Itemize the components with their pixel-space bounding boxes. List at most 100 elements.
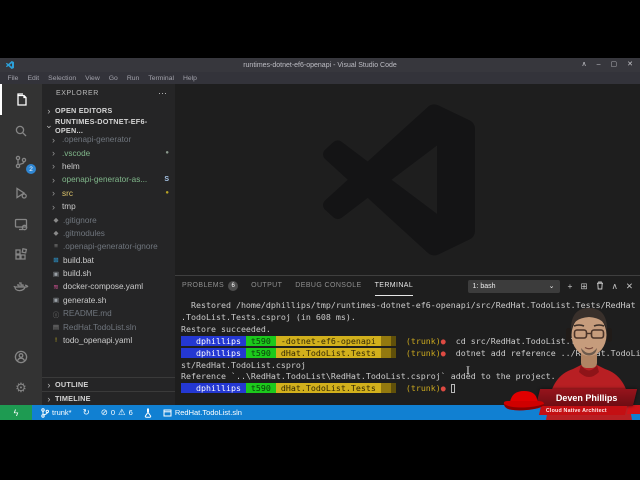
split-terminal-button[interactable]: ⊞ (581, 282, 588, 291)
menu-view[interactable]: View (81, 75, 105, 82)
terminal-line: st/RedHat.TodoList.csproj (181, 360, 638, 372)
solution-status[interactable]: RedHat.TodoList.sln (163, 408, 242, 417)
panel-tab-label: TERMINAL (374, 282, 414, 289)
remote-explorer-icon (14, 218, 28, 230)
timeline-section[interactable]: › TIMELINE (42, 391, 175, 405)
maximize-button[interactable]: ▢ (611, 58, 618, 72)
tree-item-label: README.md (63, 309, 112, 319)
tree-item-redhat-todolist-sln[interactable]: ▤ RedHat.TodoList.sln (42, 320, 175, 333)
remote-indicator[interactable]: ϟ (0, 405, 32, 420)
file-type-icon: ◆ (53, 217, 59, 225)
sync-status[interactable]: ↻ (83, 408, 90, 417)
terminal-output[interactable]: Restored /home/dphillips/tmp/runtimes-do… (175, 296, 640, 395)
activity-accounts[interactable] (0, 341, 42, 372)
outline-section[interactable]: › OUTLINE (42, 377, 175, 391)
terminal-text: Restore succeeded. (181, 323, 271, 334)
error-count: 0 (110, 408, 116, 417)
git-branch-status[interactable]: trunk* (41, 407, 72, 418)
trash-icon (596, 281, 603, 290)
file-type-icon: ▤ (52, 324, 60, 332)
menu-go[interactable]: Go (104, 75, 122, 82)
tree-item-label: .vscode (62, 148, 91, 158)
activity-source-control[interactable]: 2 (0, 146, 42, 177)
tree-item-tmp[interactable]: › tmp (42, 200, 175, 213)
solution-name: RedHat.TodoList.sln (174, 408, 242, 417)
activity-run-debug[interactable] (0, 177, 42, 208)
terminal-text: dphillips (181, 335, 246, 346)
red-hat-logo (503, 391, 544, 411)
file-type-icon: ! (55, 337, 57, 345)
close-panel-button[interactable]: ✕ (626, 282, 633, 291)
close-button[interactable]: ✕ (627, 58, 633, 72)
activity-explorer[interactable] (0, 84, 42, 115)
tree-item-docker-compose-yaml[interactable]: ≋ docker-compose.yaml (42, 280, 175, 293)
tree-item-openapi-generator-as-[interactable]: › openapi-generator-as... S (42, 173, 175, 186)
panel-tab-debug-console[interactable]: DEBUG CONSOLE (295, 276, 361, 296)
menu-file[interactable]: File (3, 75, 23, 82)
activity-docker[interactable] (0, 270, 42, 301)
terminal-text: t590 (245, 347, 276, 358)
terminal-text: (trunk) (405, 335, 441, 346)
more-actions-icon[interactable]: ⋯ (158, 88, 167, 99)
problems-badge: 6 (228, 280, 239, 291)
terminal-text: dotnet add reference ../RedHat.TodoList/… (455, 347, 640, 358)
menu-selection[interactable]: Selection (44, 75, 81, 82)
tree-item-helm[interactable]: › helm (42, 160, 175, 173)
menu-help[interactable]: Help (178, 75, 201, 82)
video-frame: runtimes-dotnet-ef6-openapi - Visual Stu… (0, 0, 640, 480)
vscode-window: runtimes-dotnet-ef6-openapi - Visual Stu… (0, 58, 640, 420)
chevron-right-icon: › (52, 188, 55, 199)
project-root-section[interactable]: ⌄ RUNTIMES-DOTNET-EF6-OPEN... (42, 117, 175, 135)
text-cursor-pointer: I (466, 366, 470, 377)
file-tree: › .openapi-generator › .vscode ● › helm › openap… (42, 133, 175, 347)
kill-terminal-button[interactable] (596, 281, 604, 292)
menu-run[interactable]: Run (122, 75, 143, 82)
flask-status[interactable] (144, 408, 152, 418)
terminal-text: cd src/RedHat.TodoList.Tests (445, 335, 596, 346)
problems-status[interactable]: ⊘ 0 ⚠ 6 (101, 408, 133, 417)
terminal-line: dphillips t590 dHat.TodoList.Tests (trun… (181, 347, 640, 360)
file-type-icon: ≡ (54, 243, 58, 251)
editor-area (175, 84, 640, 275)
tree-item-label: generate.sh (63, 295, 107, 305)
terminal-cursor (450, 384, 456, 394)
panel-tab-terminal[interactable]: TERMINAL (374, 276, 414, 296)
activity-search[interactable] (0, 115, 42, 146)
sidebar-title: EXPLORER (56, 90, 99, 97)
tree-item-build-bat[interactable]: ⊞ build.bat (42, 254, 175, 267)
panel-tab-problems[interactable]: PROBLEMS 6 (182, 276, 239, 296)
tree-item-src[interactable]: › src ● (42, 187, 175, 200)
tree-item--gitmodules[interactable]: ◆ .gitmodules (42, 227, 175, 240)
maximize-panel-button[interactable]: ∧ (612, 282, 618, 291)
tree-item-build-sh[interactable]: ▣ build.sh (42, 267, 175, 280)
pin-window-button[interactable]: ∧ (581, 58, 586, 72)
menu-edit[interactable]: Edit (23, 75, 44, 82)
tree-item-readme-md[interactable]: ⓘ README.md (42, 307, 175, 320)
tree-item--openapi-generator[interactable]: › .openapi-generator (42, 133, 175, 146)
activity-extensions[interactable] (0, 239, 42, 270)
activity-remote-explorer[interactable] (0, 208, 42, 239)
tree-item--vscode[interactable]: › .vscode ● (42, 146, 175, 159)
minimize-button[interactable]: – (597, 58, 601, 72)
terminal-text: -dotnet-ef6-openapi (275, 335, 381, 346)
tree-item--openapi-generator-ignore[interactable]: ≡ .openapi-generator-ignore (42, 240, 175, 253)
panel-tab-output[interactable]: OUTPUT (251, 276, 282, 296)
file-type-icon: ⓘ (52, 311, 60, 319)
tree-item-label: tmp (62, 202, 76, 212)
tree-item--gitignore[interactable]: ◆ .gitignore (42, 213, 175, 226)
terminal-line: Restore succeeded. (181, 324, 638, 336)
tree-item-badge: ● (165, 190, 169, 197)
terminal-shell-select[interactable]: 1: bash ⌄ (467, 279, 560, 293)
tree-item-todo-openapi-yaml[interactable]: ! todo_openapi.yaml (42, 334, 175, 347)
new-terminal-button[interactable]: + (568, 282, 573, 291)
activity-settings[interactable]: ⚙ (0, 372, 42, 403)
tree-item-generate-sh[interactable]: ▣ generate.sh (42, 294, 175, 307)
menu-terminal[interactable]: Terminal (144, 75, 179, 82)
chevron-right-icon: › (52, 148, 55, 159)
extensions-icon (15, 247, 28, 260)
file-type-icon: ◆ (53, 230, 59, 238)
chevron-down-icon: ⌄ (548, 283, 555, 290)
